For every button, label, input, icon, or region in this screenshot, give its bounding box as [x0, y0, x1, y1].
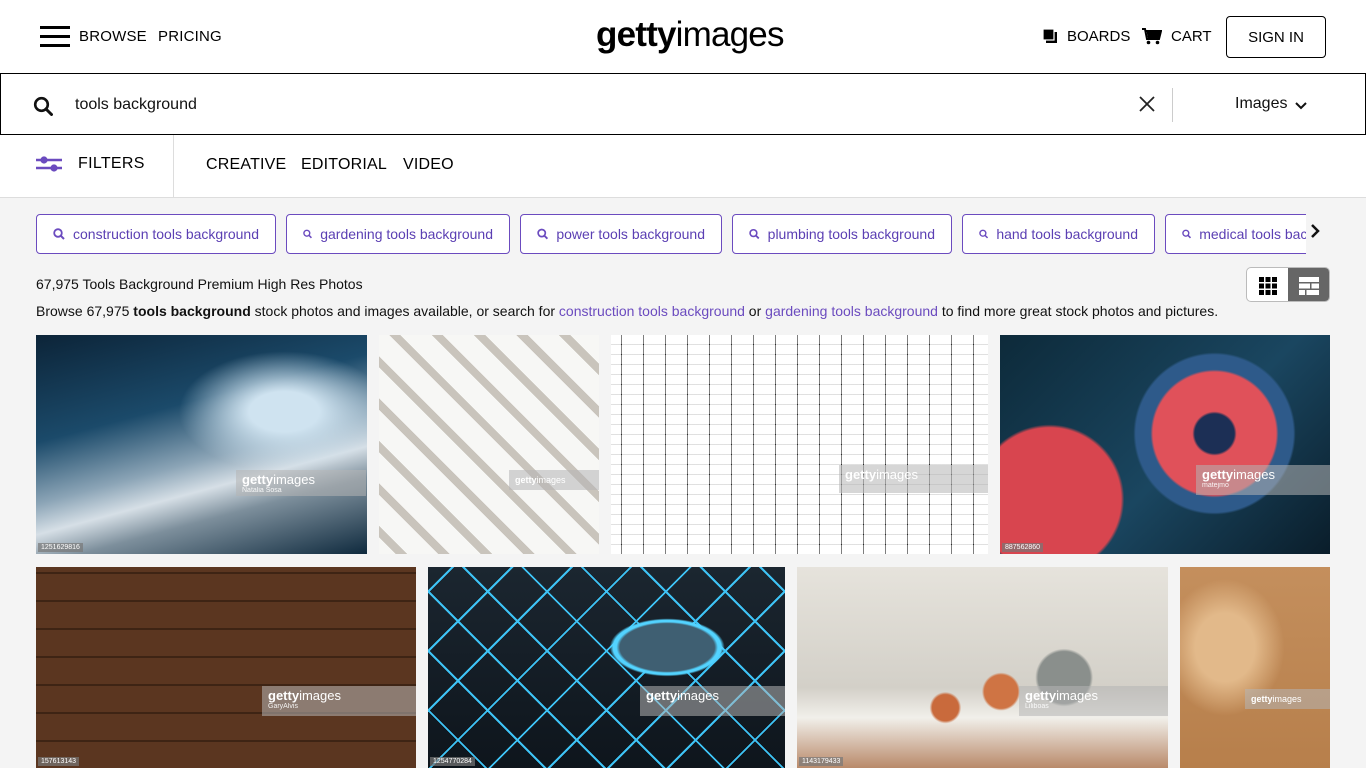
search-icon	[303, 229, 312, 239]
related-search-chip[interactable]: plumbing tools background	[732, 214, 952, 254]
clear-search-icon[interactable]	[1138, 95, 1156, 113]
search-icon	[53, 228, 65, 240]
sliders-icon	[36, 156, 62, 172]
cart-label: CART	[1171, 28, 1212, 45]
chip-label: construction tools background	[73, 226, 259, 242]
nav-pricing[interactable]: PRICING	[158, 28, 222, 45]
desc-mid: stock photos and images available, or se…	[250, 303, 559, 319]
related-search-chip[interactable]: power tools background	[520, 214, 722, 254]
chip-label: power tools background	[556, 226, 705, 242]
watermark-logo: gettyimages	[1251, 694, 1302, 704]
watermark-logo: gettyimages	[1025, 688, 1098, 703]
image-result-garden-wood[interactable]: gettyimages GaryAlvis 157613143	[36, 567, 416, 768]
search-icon	[749, 228, 760, 240]
results-description: Browse 67,975 tools background stock pho…	[36, 303, 1218, 319]
logo-bold-text: getty	[596, 15, 676, 54]
search-icon[interactable]	[33, 96, 53, 116]
image-id: 1251629816	[38, 543, 83, 552]
watermark-logo: gettyimages	[646, 688, 719, 703]
chip-label: plumbing tools background	[767, 226, 935, 242]
tab-video[interactable]: VIDEO	[403, 156, 454, 174]
related-search-chip[interactable]: construction tools background	[36, 214, 276, 254]
filter-divider	[173, 135, 174, 198]
boards-label: BOARDS	[1067, 28, 1131, 45]
image-id: 1143179433	[799, 757, 844, 766]
desc-or: or	[744, 303, 766, 319]
related-search-chip[interactable]: medical tools background	[1165, 214, 1306, 254]
related-searches: construction tools background gardening …	[36, 214, 1306, 254]
image-result-laptop[interactable]: gettyimages Natalia Sosa 1251629816	[36, 335, 367, 554]
sign-in-button[interactable]: SIGN IN	[1226, 16, 1326, 58]
chip-label: medical tools background	[1199, 226, 1306, 242]
logo-light-text: images	[675, 15, 785, 54]
mosaic-view-button[interactable]	[1288, 268, 1329, 301]
nav-browse[interactable]: BROWSE	[79, 28, 147, 45]
search-icon	[979, 229, 989, 239]
view-toggle	[1246, 267, 1330, 302]
search-input[interactable]	[75, 90, 1115, 120]
tab-creative[interactable]: CREATIVE	[206, 156, 286, 174]
image-id: 157613143	[38, 757, 80, 766]
media-type-selected: Images	[1235, 95, 1288, 112]
grid-view-button[interactable]	[1247, 268, 1288, 301]
related-link-construction[interactable]: construction tools background	[559, 303, 745, 319]
filters-button[interactable]: FILTERS	[36, 155, 145, 173]
top-header: BROWSE PRICING gettyimages BOARDS CART S…	[0, 0, 1366, 74]
image-result-construction-icons[interactable]: gettyimages	[611, 335, 988, 554]
mosaic-icon	[1298, 276, 1319, 295]
watermark: gettyimages Liliboas	[1019, 686, 1168, 716]
image-credit: GaryAlvis	[268, 702, 298, 710]
watermark: gettyimages	[640, 686, 785, 716]
watermark-logo: gettyimages	[242, 472, 315, 487]
watermark: gettyimages matejmo	[1196, 465, 1330, 495]
desc-query: tools background	[133, 303, 251, 319]
search-divider	[1172, 88, 1173, 122]
desc-suffix: to find more great stock photos and pict…	[937, 303, 1219, 319]
cart-icon	[1142, 28, 1162, 45]
watermark-logo: gettyimages	[1202, 467, 1275, 482]
chip-label: hand tools background	[996, 226, 1138, 242]
watermark-logo: gettyimages	[845, 467, 918, 482]
watermark-logo: gettyimages	[515, 475, 566, 485]
getty-images-logo[interactable]: gettyimages	[596, 13, 784, 57]
menu-icon[interactable]	[40, 26, 70, 47]
image-credit: matejmo	[1202, 481, 1229, 489]
image-result-gears[interactable]: gettyimages matejmo 887562860	[1000, 335, 1330, 554]
search-icon	[1182, 229, 1192, 239]
watermark: gettyimages Natalia Sosa	[236, 470, 366, 496]
media-type-dropdown[interactable]: Images	[1235, 95, 1308, 113]
cart-link[interactable]: CART	[1142, 28, 1212, 45]
grid-icon	[1258, 276, 1277, 295]
watermark: gettyimages GaryAlvis	[262, 686, 416, 716]
chevron-right-icon[interactable]	[1310, 224, 1320, 238]
watermark: gettyimages	[1245, 689, 1330, 709]
related-link-gardening[interactable]: gardening tools background	[765, 303, 938, 319]
image-result-tools-pattern[interactable]: gettyimages	[379, 335, 599, 554]
filters-label: FILTERS	[78, 155, 145, 172]
tab-editorial[interactable]: EDITORIAL	[301, 156, 387, 174]
chevron-down-icon	[1295, 101, 1308, 109]
image-id: 1254770284	[430, 757, 475, 766]
image-result-sawdust[interactable]: gettyimages	[1180, 567, 1330, 768]
image-credit: Natalia Sosa	[242, 486, 282, 494]
boards-link[interactable]: BOARDS	[1043, 28, 1130, 45]
results-title: 67,975 Tools Background Premium High Res…	[36, 276, 363, 292]
image-result-potted-flowers[interactable]: gettyimages Liliboas 1143179433	[797, 567, 1168, 768]
filter-bar: FILTERS CREATIVE EDITORIAL VIDEO	[0, 135, 1366, 198]
related-search-chip[interactable]: hand tools background	[962, 214, 1155, 254]
image-result-circuit[interactable]: gettyimages 1254770284	[428, 567, 785, 768]
search-bar: Images	[0, 73, 1366, 135]
boards-icon	[1043, 29, 1057, 43]
image-credit: Liliboas	[1025, 702, 1049, 710]
desc-prefix: Browse 67,975	[36, 303, 134, 319]
watermark: gettyimages	[509, 470, 599, 490]
watermark: gettyimages	[839, 465, 988, 493]
related-search-chip[interactable]: gardening tools background	[286, 214, 510, 254]
search-icon	[537, 228, 549, 240]
watermark-logo: gettyimages	[268, 688, 341, 703]
image-id: 887562860	[1002, 543, 1044, 552]
chip-label: gardening tools background	[320, 226, 493, 242]
